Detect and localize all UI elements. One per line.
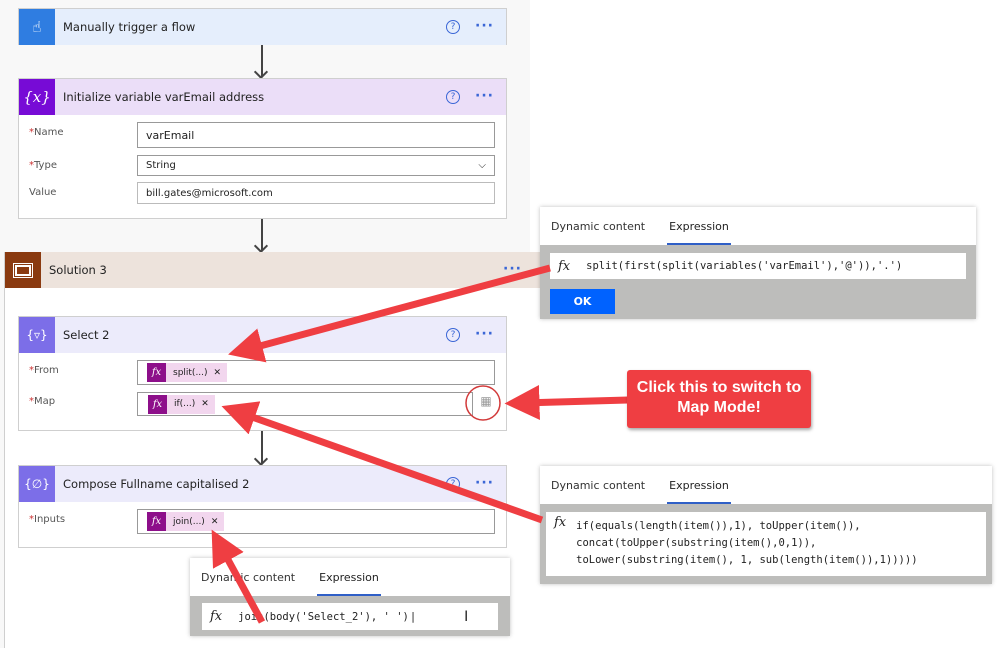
more-options-icon[interactable]: ··· (475, 88, 494, 104)
help-icon[interactable]: ? (446, 328, 460, 342)
connector-arrow (261, 45, 263, 77)
trigger-card[interactable]: ☝ Manually trigger a flow ? ··· (18, 8, 507, 45)
more-options-icon[interactable]: ··· (475, 326, 494, 342)
fx-icon: fx (558, 258, 571, 274)
fx-icon: fx (147, 363, 166, 382)
expression-token[interactable]: fx join(...) ✕ (147, 512, 225, 531)
expression-input[interactable]: fx join(body('Select_2'), ' ') | I (202, 603, 498, 630)
help-icon[interactable]: ? (446, 20, 460, 34)
split-expression-popup: Dynamic content Expression fx split(first(… (540, 207, 976, 319)
more-options-icon[interactable]: ··· (503, 261, 522, 277)
card-title: Select 2 (63, 328, 110, 342)
expression-input[interactable]: fx split(first(split(variables('varEmail'… (550, 253, 966, 279)
more-options-icon[interactable]: ··· (475, 18, 494, 34)
scope-title: Solution 3 (49, 263, 107, 277)
fx-icon: fx (147, 512, 166, 531)
touch-hand-icon: ☝ (19, 9, 55, 45)
type-dropdown[interactable]: String ⌵ (137, 155, 495, 176)
card-title: Manually trigger a flow (63, 20, 196, 34)
tab-expression[interactable]: Expression (317, 571, 381, 596)
connector-arrow (261, 431, 263, 464)
from-input[interactable]: fx split(...) ✕ (137, 360, 495, 385)
expression-token[interactable]: fx split(...) ✕ (147, 363, 228, 382)
initialize-variable-card: {x} Initialize variable varEmail address… (18, 78, 507, 219)
text-cursor-icon: I (464, 608, 469, 625)
ok-button[interactable]: OK (550, 289, 615, 314)
scope-icon (5, 252, 41, 288)
value-input[interactable]: bill.gates@microsoft.com (137, 182, 495, 204)
connector-arrow (261, 219, 263, 251)
map-input[interactable]: fx if(...) ✕ (137, 392, 473, 416)
more-options-icon[interactable]: ··· (475, 475, 494, 491)
tab-dynamic-content[interactable]: Dynamic content (551, 479, 645, 492)
card-title: Compose Fullname capitalised 2 (63, 477, 250, 491)
map-label: *Map (29, 396, 56, 407)
fx-icon: fx (554, 515, 567, 530)
inputs-input[interactable]: fx join(...) ✕ (137, 509, 495, 534)
name-label: *Name (29, 127, 64, 138)
select-card: {▿} Select 2 ? ··· *From fx split(...) ✕ *… (18, 316, 507, 431)
compose-card: {∅} Compose Fullname capitalised 2 ? ···… (18, 465, 507, 548)
variable-icon: {x} (19, 79, 55, 115)
map-expression-popup: Dynamic content Expression fx if(equals(l… (540, 466, 992, 584)
tab-expression[interactable]: Expression (667, 220, 731, 245)
map-mode-callout: Click this to switch to Map Mode! (627, 370, 811, 428)
from-label: *From (29, 365, 59, 376)
chevron-down-icon: ⌵ (478, 160, 486, 171)
remove-token-icon[interactable]: ✕ (201, 399, 209, 409)
fx-icon: fx (210, 609, 223, 624)
remove-token-icon[interactable]: ✕ (211, 517, 219, 527)
tab-dynamic-content[interactable]: Dynamic content (201, 571, 295, 584)
value-label: Value (29, 187, 57, 198)
compose-icon: {∅} (19, 466, 55, 502)
expression-token[interactable]: fx if(...) ✕ (148, 394, 215, 414)
type-label: *Type (29, 160, 57, 171)
help-icon[interactable]: ? (446, 477, 460, 491)
remove-token-icon[interactable]: ✕ (214, 368, 222, 378)
expression-input[interactable]: fx if(equals(length(item()),1), toUpper(… (546, 512, 986, 576)
tab-dynamic-content[interactable]: Dynamic content (551, 220, 645, 233)
tab-expression[interactable]: Expression (667, 479, 731, 504)
card-title: Initialize variable varEmail address (63, 90, 265, 104)
switch-map-mode-button[interactable]: ▦ (477, 394, 495, 412)
inputs-label: *Inputs (29, 514, 66, 525)
fx-icon: fx (148, 394, 167, 414)
name-input[interactable]: varEmail (137, 122, 495, 148)
select-icon: {▿} (19, 317, 55, 353)
help-icon[interactable]: ? (446, 90, 460, 104)
join-expression-popup: Dynamic content Expression fx join(body('S… (190, 558, 510, 636)
